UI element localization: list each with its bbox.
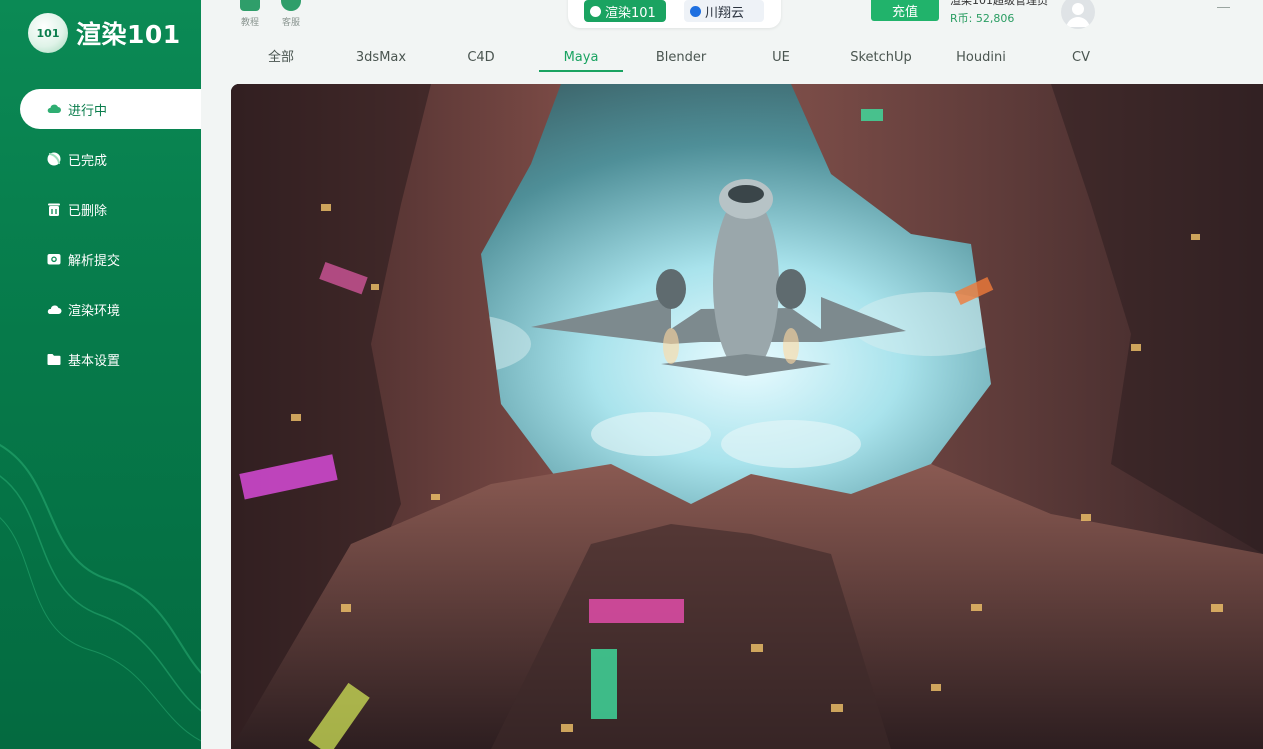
sidebar: 101 渲染101 进行中 已完成 已删除 解析提交 渲染环境 基本设置 xyxy=(0,0,201,749)
account-name: 渲染101超级管理员 xyxy=(950,0,1048,7)
sidebar-item-label: 解析提交 xyxy=(68,253,121,269)
sidebar-item-settings[interactable]: 基本设置 xyxy=(20,339,201,379)
sidebar-item-label: 渲染环境 xyxy=(68,303,121,319)
check-leaf-icon xyxy=(45,150,63,168)
sidebar-item-completed[interactable]: 已完成 xyxy=(20,139,201,179)
tab-c4d[interactable]: C4D xyxy=(431,44,531,72)
tab-all[interactable]: 全部 xyxy=(231,44,331,72)
account-info: 渲染101超级管理员 R币: 52,806 xyxy=(950,0,1048,26)
tab-houdini[interactable]: Houdini xyxy=(931,44,1031,72)
camera-icon xyxy=(45,250,63,268)
cloud-env-icon xyxy=(45,300,63,318)
tab-sketchup[interactable]: SketchUp xyxy=(831,44,931,72)
minimize-button[interactable] xyxy=(1217,7,1230,8)
tutorial-button[interactable]: 教程 xyxy=(235,0,265,28)
tab-ue[interactable]: UE xyxy=(731,44,831,72)
headset-icon xyxy=(281,0,301,11)
avatar[interactable] xyxy=(1061,0,1095,29)
tab-maya[interactable]: Maya xyxy=(531,44,631,72)
city-airplane-render xyxy=(231,84,1263,749)
tutorial-label: 教程 xyxy=(240,18,259,28)
sidebar-item-label: 进行中 xyxy=(68,103,108,119)
brand-tab-label: 渲染101 xyxy=(605,5,656,21)
account-balance: R币: 52,806 xyxy=(950,12,1015,25)
brand-tab-label: 川翔云 xyxy=(705,5,745,21)
customer-service-button[interactable]: 客服 xyxy=(276,0,306,28)
brand-switcher: 渲染101 川翔云 xyxy=(568,0,781,28)
render-preview-image xyxy=(231,84,1263,749)
logo-badge: 101 xyxy=(28,13,68,53)
sidebar-item-in-progress[interactable]: 进行中 xyxy=(20,89,201,129)
brand-tab-chuanxiangyun[interactable]: 川翔云 xyxy=(684,0,764,22)
brand-logo-icon xyxy=(690,5,701,17)
app-logo: 101 渲染101 xyxy=(28,13,181,53)
sidebar-item-parse-submit[interactable]: 解析提交 xyxy=(20,239,201,279)
service-label: 客服 xyxy=(281,18,300,28)
brand-tab-xuanran101[interactable]: 渲染101 xyxy=(584,0,666,22)
sidebar-item-label: 已完成 xyxy=(68,153,108,169)
sidebar-decoration xyxy=(0,444,201,742)
top-header: 教程 客服 渲染101 川翔云 充值 渲染101超级管理员 R币: 52,806… xyxy=(201,0,1263,84)
tab-cv[interactable]: CV xyxy=(1031,44,1131,72)
trash-icon xyxy=(45,200,63,218)
brand-logo-icon xyxy=(590,5,601,17)
app-name: 渲染101 xyxy=(76,20,181,49)
tab-blender[interactable]: Blender xyxy=(631,44,731,72)
sidebar-item-deleted[interactable]: 已删除 xyxy=(20,189,201,229)
book-icon xyxy=(240,0,260,11)
sidebar-item-label: 已删除 xyxy=(68,203,108,219)
sidebar-item-label: 基本设置 xyxy=(68,353,121,369)
sidebar-nav: 进行中 已完成 已删除 解析提交 渲染环境 基本设置 xyxy=(20,89,201,389)
folder-icon xyxy=(45,350,63,368)
software-filter-tabs: 全部 3dsMax C4D Maya Blender UE SketchUp H… xyxy=(231,44,1131,72)
sidebar-item-render-env[interactable]: 渲染环境 xyxy=(20,289,201,329)
recharge-button[interactable]: 充值 xyxy=(871,0,939,21)
cloud-icon xyxy=(45,100,63,118)
tab-3dsmax[interactable]: 3dsMax xyxy=(331,44,431,72)
user-icon xyxy=(1066,3,1090,27)
